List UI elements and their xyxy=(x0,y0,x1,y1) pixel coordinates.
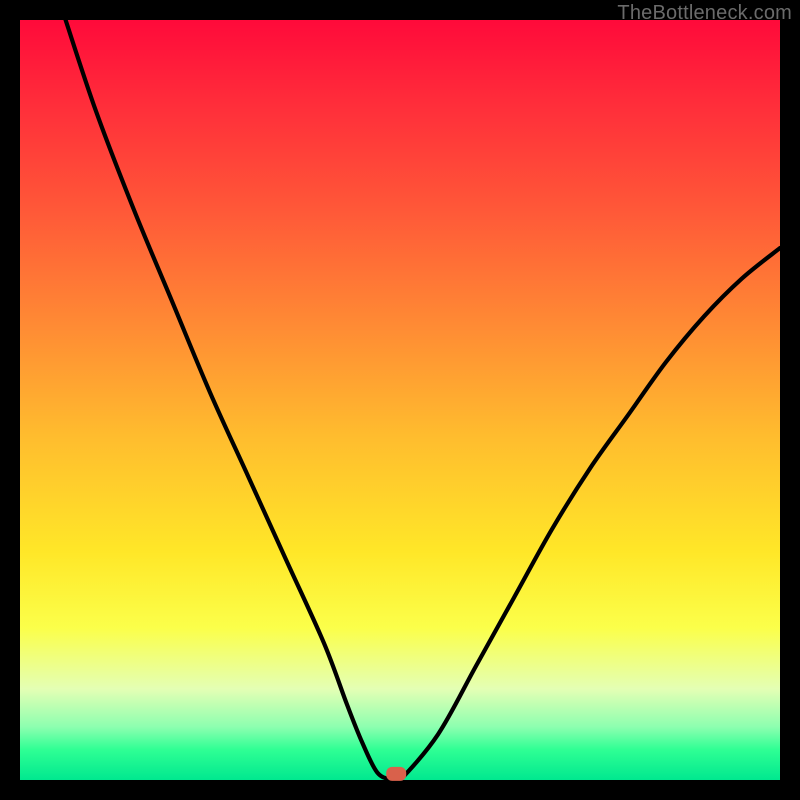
chart-frame: TheBottleneck.com xyxy=(0,0,800,800)
bottleneck-curve-path xyxy=(66,20,780,784)
chart-svg xyxy=(20,20,780,780)
watermark-text: TheBottleneck.com xyxy=(617,2,792,25)
optimal-marker xyxy=(386,767,406,781)
plot-area xyxy=(20,20,780,780)
